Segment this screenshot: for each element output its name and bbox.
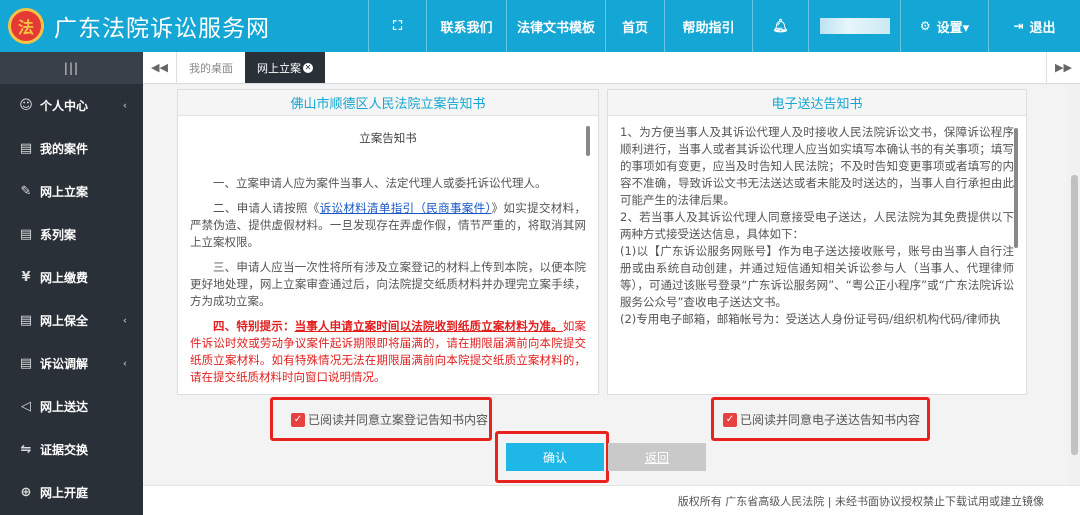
sidebar: ||| ☺ 个人中心 ‹ ▤ 我的案件 ✎ 网上立案 ▤ 系列案 ¥ 网上缴费 … [0,52,143,515]
tab-label: 网上立案 [257,61,301,75]
main-content: 佛山市顺德区人民法院立案告知书 立案告知书 一、立案申请人应为案件当事人、法定代… [143,85,1080,485]
doc-scrollbar[interactable] [1014,128,1018,248]
sidebar-item-online-delivery[interactable]: ◁ 网上送达 [0,385,143,428]
checkmark-icon: ✓ [723,412,737,427]
notice-paragraph-2: 二、申请人请按照《诉讼材料清单指引（民商事案件）》如实提交材料，严禁伪造、提供虚… [190,200,586,251]
sidebar-item-label: 证据交换 [40,443,89,457]
sidebar-item-online-hearing[interactable]: ⊕ 网上开庭 [0,471,143,514]
e-delivery-line-1: 1、为方便当事人及其诉讼代理人及时接收人民法院诉讼文书，保障诉讼程序顺利进行，当… [620,125,1014,207]
special-notice-key: 当事人申请立案时间以法院收到纸质立案材料为准。 [294,319,563,333]
sidebar-item-label: 网上立案 [40,185,89,199]
yen-icon: ¥ [21,270,31,285]
globe-icon: ⊕ [20,485,32,500]
sidebar-item-label: 系列案 [40,228,77,242]
sidebar-item-label: 个人中心 [40,99,89,113]
e-delivery-body[interactable]: 1、为方便当事人及其诉讼代理人及时接收人民法院诉讼文书，保障诉讼程序顺利进行，当… [608,116,1026,394]
settings-label: 设置▾ [936,20,970,36]
notice-paragraph-4: 四、特别提示：当事人申请立案时间以法院收到纸质立案材料为准。如案件诉讼时效或劳动… [190,318,586,386]
settings-menu[interactable]: ⚙ 设置▾ [900,0,988,52]
back-button[interactable]: 返回 [608,443,706,471]
sidebar-item-series-cases[interactable]: ▤ 系列案 [0,213,143,256]
page-scrollbar[interactable] [1068,85,1080,485]
logout-label: 退出 [1029,20,1056,36]
e-delivery-line-4: (2)专用电子邮箱，邮箱帐号为：受送达人身份证号码/组织机构代码/律师执 [620,312,1001,326]
court-emblem-icon: 法 [8,8,44,44]
top-header: 法 广东法院诉讼服务网 ⛶ 联系我们 法律文书模板 首页 帮助指引 🔔︎ ⚙ 设… [0,0,1080,52]
gear-icon: ⚙ [919,19,931,33]
sidebar-item-label: 诉讼调解 [40,357,89,371]
send-icon: ◁ [21,399,31,414]
e-delivery-line-2: 2、若当事人及其诉讼代理人同意接受电子送达，人民法院为其免费提供以下两种方式接受… [620,210,1014,241]
sidebar-item-evidence-exchange[interactable]: ⇋ 证据交换 [0,428,143,471]
sidebar-item-label: 网上开庭 [40,486,89,500]
logout-button[interactable]: ⇥ 退出 [988,0,1080,52]
fullscreen-button[interactable]: ⛶ [368,0,426,52]
doc-scrollbar[interactable] [586,126,590,156]
logout-icon: ⇥ [1013,19,1024,33]
special-notice-label: 四、特别提示： [213,319,295,333]
agree-e-delivery-label: 已阅读并同意电子送达告知书内容 [740,413,921,427]
confirm-button[interactable]: 确认 [506,443,604,471]
chevron-left-icon: ‹ [122,358,127,369]
bell-icon: 🔔︎ [772,18,789,34]
materials-list-link[interactable]: 诉讼材料清单指引（民商事案件） [320,201,492,215]
tab-bar: ◀◀ 我的桌面 网上立案 ✕ ▶▶ [143,52,1080,84]
chevron-left-icon: ‹ [122,315,127,326]
sidebar-item-label: 我的案件 [40,142,89,156]
agree-filing-checkbox[interactable]: ✓ 已阅读并同意立案登记告知书内容 [291,411,488,428]
site-title: 广东法院诉讼服务网 [54,16,270,42]
tab-scroll-right-button[interactable]: ▶▶ [1046,52,1080,83]
tab-scroll-left-button[interactable]: ◀◀ [143,52,177,83]
exchange-icon: ⇋ [20,442,32,457]
sidebar-item-mediation[interactable]: ▤ 诉讼调解 ‹ [0,342,143,385]
expand-icon: ⛶ [392,18,403,34]
file-icon: ▤ [19,141,33,156]
edit-icon: ✎ [20,184,32,199]
top-nav: ⛶ 联系我们 法律文书模板 首页 帮助指引 🔔︎ ⚙ 设置▾ ⇥ 退出 [368,0,1080,52]
sidebar-toggle[interactable]: ||| [0,52,143,84]
sidebar-item-online-filing[interactable]: ✎ 网上立案 [0,170,143,213]
close-icon[interactable]: ✕ [303,62,313,73]
p2-prefix: 二、申请人请按照《 [213,201,320,215]
sidebar-item-label: 网上送达 [40,400,89,414]
notifications-button[interactable]: 🔔︎ [752,0,808,52]
filing-notice-heading: 佛山市顺德区人民法院立案告知书 [178,90,598,116]
sidebar-item-label: 网上保全 [40,314,89,328]
notice-paragraph-3: 三、申请人应当一次性将所有涉及立案登记的材料上传到本院，以便本院更好地处理，网上… [190,260,586,308]
nav-home[interactable]: 首页 [605,0,664,52]
tab-online-filing[interactable]: 网上立案 ✕ [245,52,325,83]
doc-title: 立案告知书 [359,131,417,145]
brand[interactable]: 法 广东法院诉讼服务网 [0,0,368,52]
agree-e-delivery-checkbox[interactable]: ✓ 已阅读并同意电子送达告知书内容 [723,411,920,428]
sidebar-item-my-cases[interactable]: ▤ 我的案件 [0,127,143,170]
nav-legal-templates[interactable]: 法律文书模板 [506,0,605,52]
e-delivery-notice-panel: 电子送达告知书 1、为方便当事人及其诉讼代理人及时接收人民法院诉讼文书，保障诉讼… [607,89,1027,395]
checkmark-icon: ✓ [291,412,305,427]
nav-help-guide[interactable]: 帮助指引 [664,0,752,52]
footer: 版权所有 广东省高级人民法院 | 未经书面协议授权禁止下载试用或建立镜像 [143,485,1080,515]
tab-my-desktop[interactable]: 我的桌面 [177,52,245,83]
user-account[interactable] [808,0,900,52]
file-icon: ▤ [19,313,33,328]
sidebar-item-label: 网上缴费 [40,271,89,285]
sidebar-item-personal-center[interactable]: ☺ 个人中心 ‹ [0,84,143,127]
filing-notice-body[interactable]: 立案告知书 一、立案申请人应为案件当事人、法定代理人或委托诉讼代理人。 二、申请… [178,116,598,394]
agree-filing-label: 已阅读并同意立案登记告知书内容 [308,413,489,427]
nav-contact-us[interactable]: 联系我们 [426,0,506,52]
file-icon: ▤ [19,356,33,371]
scroll-thumb[interactable] [1071,175,1078,455]
user-icon: ☺ [19,98,33,113]
blurred-username [819,18,890,34]
file-icon: ▤ [19,227,33,242]
chevron-left-icon: ‹ [122,100,127,111]
sidebar-item-online-payment[interactable]: ¥ 网上缴费 [0,256,143,299]
sidebar-item-online-preservation[interactable]: ▤ 网上保全 ‹ [0,299,143,342]
notice-paragraph-1: 一、立案申请人应为案件当事人、法定代理人或委托诉讼代理人。 [213,176,547,190]
e-delivery-line-3: (1)以【广东诉讼服务网账号】作为电子送达接收账号，账号由当事人自行注册或由系统… [620,244,1014,309]
e-delivery-heading: 电子送达告知书 [608,90,1026,116]
filing-notice-panel: 佛山市顺德区人民法院立案告知书 立案告知书 一、立案申请人应为案件当事人、法定代… [177,89,599,395]
